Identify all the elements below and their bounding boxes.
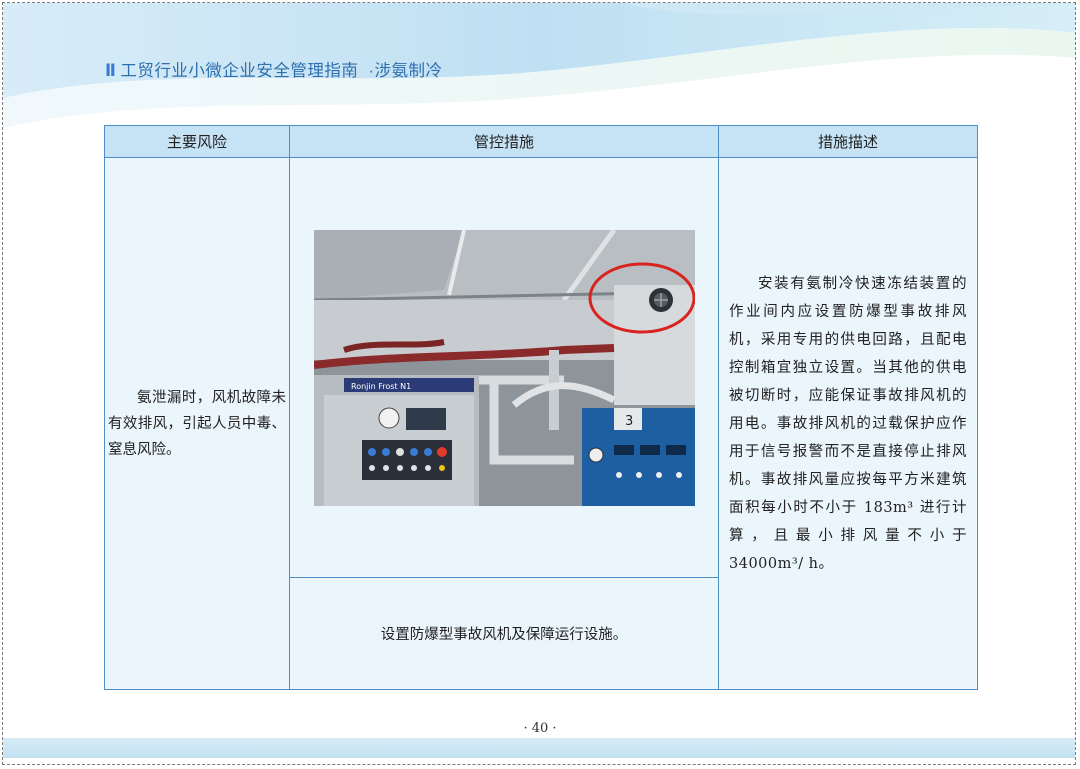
risk-cell: 氨泄漏时，风机故障未有效排风，引起人员中毒、窒息风险。 (104, 157, 290, 690)
risk-control-table: 主要风险 管控措施 措施描述 氨泄漏时，风机故障未有效排风，引起人员中毒、窒息风… (104, 125, 978, 690)
footer-band (3, 738, 1075, 758)
header-measure-description: 措施描述 (718, 125, 978, 158)
panel-number: 3 (625, 414, 633, 429)
page-number: · 40 · (523, 721, 557, 736)
table-header-row: 主要风险 管控措施 措施描述 (104, 125, 978, 158)
header-bar-glyph: Ⅱ (105, 62, 117, 80)
page-header: Ⅱ 工贸行业小微企业安全管理指南 ·涉氨制冷 (105, 57, 443, 81)
header-main-risk: 主要风险 (104, 125, 290, 158)
control-measure-cell: 设置防爆型事故风机及保障运行设施。 (289, 577, 719, 690)
equipment-photo-illustration: Ronjin Frost N1 3 (313, 229, 695, 506)
table-row: 氨泄漏时，风机故障未有效排风，引起人员中毒、窒息风险。 Ronjin Frost… (104, 157, 978, 690)
equipment-photo: Ronjin Frost N1 3 (313, 229, 695, 506)
photo-cell: Ronjin Frost N1 3 (289, 157, 719, 578)
header-subtitle: ·涉氨制冷 (368, 62, 443, 80)
measure-description-cell: 安装有氨制冷快速冻结装置的作业间内应设置防爆型事故排风机，采用专用的供电回路，且… (718, 157, 978, 690)
machine-brand-label: Ronjin Frost N1 (351, 382, 411, 391)
header-title: 工贸行业小微企业安全管理指南 (120, 62, 359, 80)
header-control-measure: 管控措施 (289, 125, 719, 158)
